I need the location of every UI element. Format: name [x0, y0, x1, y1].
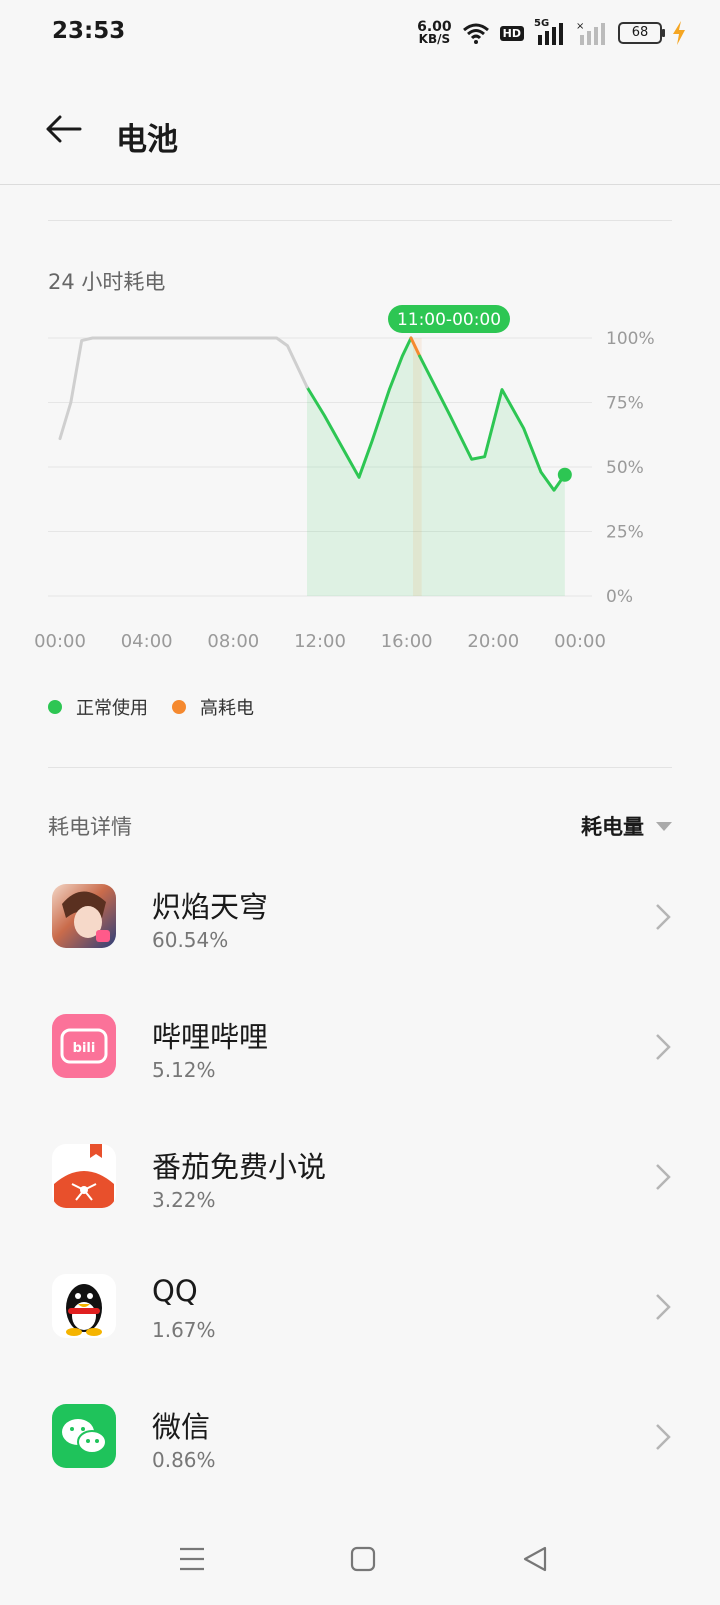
divider	[48, 220, 672, 221]
app-percent: 0.86%	[152, 1448, 216, 1472]
app-name: 哔哩哔哩	[152, 1020, 269, 1054]
chevron-right-icon	[656, 1294, 671, 1320]
net-speed-unit: KB/S	[418, 32, 451, 46]
chevron-right-icon	[656, 1164, 671, 1190]
legend-high-dot	[172, 700, 186, 714]
svg-text:×: ×	[576, 21, 584, 32]
chart-legend: 正常使用 高耗电	[48, 694, 254, 720]
status-time: 23:53	[52, 18, 126, 44]
status-bar: 23:53 6.00 KB/S HD 5G × 68	[0, 0, 720, 64]
y-tick-label: 75%	[606, 394, 644, 414]
high-usage-band	[413, 338, 422, 596]
divider	[48, 767, 672, 768]
app-name: 微信	[152, 1410, 211, 1444]
x-tick-label: 16:00	[381, 631, 433, 652]
series-line	[58, 336, 309, 441]
sort-dropdown[interactable]: 耗电量	[581, 811, 672, 841]
qq-app-icon	[52, 1274, 116, 1338]
bilibili-app-icon: bili	[52, 1014, 116, 1078]
y-tick-label: 100%	[606, 329, 655, 349]
signal-icon: 5G	[534, 18, 566, 45]
status-icons: 6.00 KB/S HD 5G × 68	[417, 18, 686, 48]
chevron-right-icon	[656, 1424, 671, 1450]
y-tick-label: 50%	[606, 458, 644, 478]
x-tick-label: 00:00	[34, 631, 86, 652]
app-row-chiyan[interactable]: 炽焰天穹 60.54%	[0, 884, 720, 1014]
selected-range-badge: 11:00-00:00	[397, 310, 501, 330]
app-percent: 60.54%	[152, 928, 229, 952]
svg-text:bili: bili	[73, 1041, 96, 1056]
legend-normal-dot	[48, 700, 62, 714]
app-percent: 1.67%	[152, 1318, 216, 1342]
fanqie-novel-app-icon	[52, 1144, 116, 1208]
app-name: QQ	[152, 1274, 198, 1308]
sort-label: 耗电量	[581, 815, 644, 839]
app-percent: 3.22%	[152, 1188, 216, 1212]
signal-2-icon: ×	[576, 21, 605, 45]
x-tick-label: 08:00	[207, 631, 259, 652]
chevron-right-icon	[656, 1034, 671, 1060]
x-tick-label: 00:00	[554, 631, 606, 652]
dropdown-arrow-icon	[656, 821, 672, 831]
y-tick-label: 0%	[606, 587, 633, 607]
back-arrow-icon[interactable]	[44, 114, 82, 144]
legend-high-label: 高耗电	[200, 698, 254, 719]
battery-usage-chart[interactable]: 100% 75% 50% 25% 0% 00:00 04:00 08:00 12:00 16:0…	[0, 300, 720, 670]
menu-icon[interactable]	[178, 1546, 206, 1572]
home-icon[interactable]	[350, 1546, 376, 1572]
wifi-icon	[462, 23, 489, 44]
chart-svg: 100% 75% 50% 25% 0% 00:00 04:00 08:00 12:00 16:0…	[34, 305, 655, 652]
chevron-right-icon	[656, 904, 671, 930]
usage-area	[307, 338, 565, 596]
y-tick-label: 25%	[606, 523, 644, 543]
system-nav-bar	[0, 1530, 720, 1590]
hd-badge: HD	[499, 25, 524, 41]
legend-normal-label: 正常使用	[76, 698, 148, 719]
usage-section-title: 24 小时耗电	[48, 270, 166, 294]
page-title: 电池	[116, 122, 178, 158]
x-tick-label: 20:00	[467, 631, 519, 652]
back-triangle-icon[interactable]	[522, 1546, 548, 1572]
app-name: 炽焰天穹	[152, 890, 269, 924]
details-title: 耗电详情	[48, 815, 132, 839]
net-speed: 6.00 KB/S	[417, 20, 452, 46]
app-percent: 5.12%	[152, 1058, 216, 1082]
charging-bolt-icon	[673, 21, 685, 45]
app-name: 番茄免费小说	[152, 1150, 327, 1184]
app-row-fanqie[interactable]: 番茄免费小说 3.22%	[0, 1144, 720, 1274]
app-row-wechat[interactable]: 微信 0.86%	[0, 1404, 720, 1534]
x-tick-label: 04:00	[121, 631, 173, 652]
chiyan-app-icon	[52, 884, 116, 948]
app-row-qq[interactable]: QQ 1.67%	[0, 1274, 720, 1404]
wechat-app-icon	[52, 1404, 116, 1468]
app-row-bilibili[interactable]: bili 哔哩哔哩 5.12%	[0, 1014, 720, 1144]
app-header: 电池	[0, 64, 720, 185]
current-level-point	[557, 467, 572, 482]
x-tick-label: 12:00	[294, 631, 346, 652]
battery-icon: 68	[618, 22, 665, 44]
